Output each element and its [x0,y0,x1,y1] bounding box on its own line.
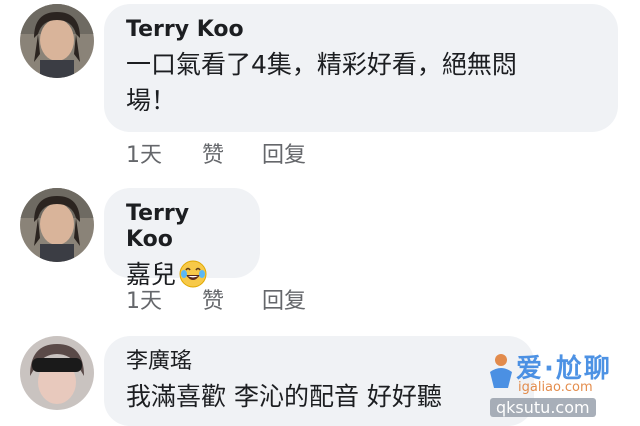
comment-author[interactable]: Terry Koo [126,201,238,253]
figure-icon [490,354,512,388]
comment-actions: 1天赞回复 [126,137,306,169]
comment-bubble: 李廣瑤 我滿喜歡 李沁的配音 好好聽 [104,336,534,426]
avatar[interactable] [20,4,94,78]
reply-button[interactable]: 回复 [262,283,306,315]
comment-text: 一口氣看了4集，精彩好看，絕無悶 場！ [126,50,517,115]
avatar[interactable] [20,188,94,262]
comment-text: 我滿喜歡 李沁的配音 好好聽 [126,382,442,411]
comment-time[interactable]: 1天 [126,137,202,169]
reply-button[interactable]: 回复 [262,137,306,169]
comment-author[interactable]: 李廣瑤 [126,349,512,375]
like-button[interactable]: 赞 [202,137,262,169]
comment-bubble: Terry Koo 嘉兒 [104,188,260,289]
comment-actions: 1天赞回复 [126,283,306,315]
watermark-site-2: qksutu.com [490,398,596,417]
comment-time[interactable]: 1天 [126,283,202,315]
watermark-site: igaliao.com [518,380,593,395]
watermark: 爱·尬聊 igaliao.com qksutu.com [484,346,634,417]
like-button[interactable]: 赞 [202,283,262,315]
comment-author[interactable]: Terry Koo [126,17,596,43]
comment-bubble: Terry Koo 一口氣看了4集，精彩好看，絕無悶 場！ [104,4,618,132]
avatar[interactable] [20,336,94,410]
